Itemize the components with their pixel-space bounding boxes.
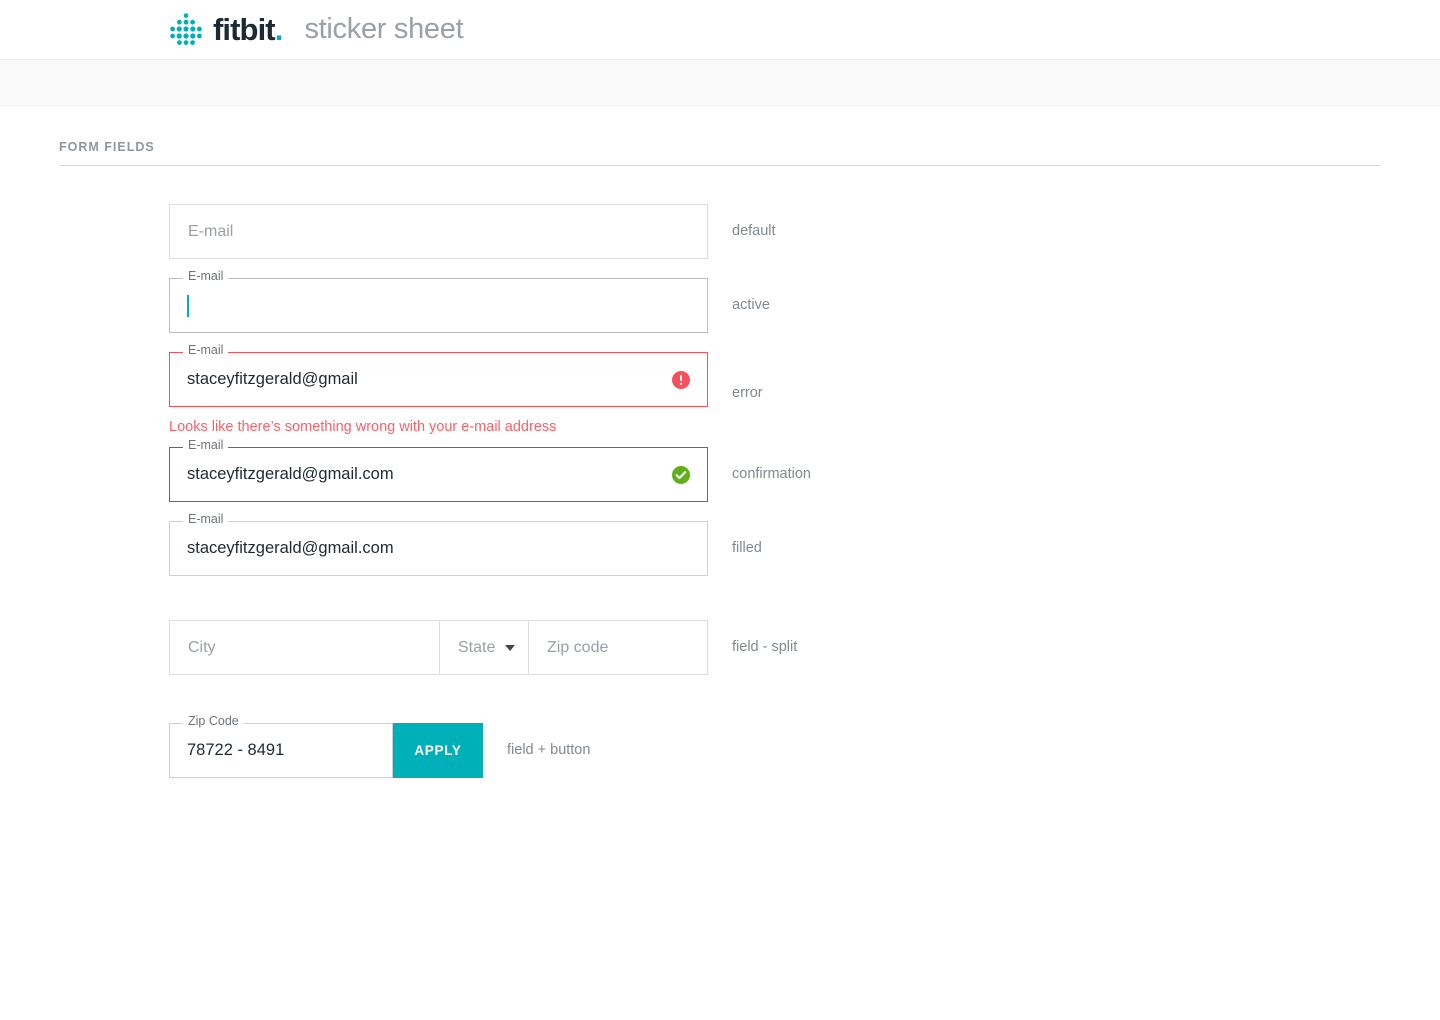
chevron-down-icon	[505, 644, 516, 651]
email-value-confirmation: staceyfitzgerald@gmail.com	[187, 465, 394, 483]
page-title: sticker sheet	[304, 13, 464, 45]
email-value-filled: staceyfitzgerald@gmail.com	[187, 539, 394, 557]
zipcode-input[interactable]: Zip code	[528, 621, 707, 674]
state-select[interactable]: State	[439, 621, 528, 674]
apply-button[interactable]: APPLY	[393, 723, 483, 778]
zipcode-placeholder: Zip code	[547, 638, 609, 656]
annotation-active: active	[732, 297, 770, 313]
brand-name: fitbit.	[213, 12, 284, 47]
email-value-error: staceyfitzgerald@gmail	[187, 370, 358, 388]
address-split-field: City State Zip code	[169, 620, 708, 675]
brand-period: .	[274, 12, 284, 47]
input-content	[169, 278, 708, 333]
email-input-error[interactable]: E-mail staceyfitzgerald@gmail	[169, 344, 708, 407]
annotation-field-button: field + button	[507, 742, 591, 758]
row-field-button: Zip Code 78722 - 8491 APPLY field + butt…	[169, 715, 1440, 778]
email-input-default[interactable]: E-mail	[169, 204, 708, 259]
row-filled: E-mail staceyfitzgerald@gmail.com filled	[169, 513, 1440, 576]
annotation-error: error	[732, 385, 763, 401]
input-content: staceyfitzgerald@gmail.com	[169, 521, 708, 576]
error-message: Looks like there’s something wrong with …	[169, 419, 557, 435]
input-content: staceyfitzgerald@gmail.com	[169, 447, 708, 502]
error-exclamation-icon	[672, 370, 690, 389]
input-content: staceyfitzgerald@gmail	[169, 352, 708, 407]
annotation-split: field - split	[732, 639, 798, 655]
annotation-default: default	[732, 223, 776, 239]
sub-header-bar	[0, 60, 1440, 106]
input-content: 78722 - 8491	[169, 723, 393, 778]
zipcode-apply-group: Zip Code 78722 - 8491 APPLY	[169, 715, 483, 778]
app-header: fitbit. sticker sheet	[0, 0, 1440, 60]
text-cursor	[187, 294, 189, 317]
annotation-filled: filled	[732, 540, 762, 556]
zipcode-input-filled[interactable]: Zip Code 78722 - 8491	[169, 715, 393, 778]
row-error: E-mail staceyfitzgerald@gmail Looks like…	[169, 344, 1440, 435]
state-placeholder: State	[458, 638, 496, 656]
city-input[interactable]: City	[170, 621, 439, 674]
fitbit-dots-logo-icon	[170, 12, 202, 45]
row-default: E-mail default	[169, 204, 1440, 259]
row-split: City State Zip code field - split	[169, 620, 1440, 675]
brand-text: fitbit	[213, 12, 276, 47]
annotation-confirmation: confirmation	[732, 466, 811, 482]
email-input-confirmation[interactable]: E-mail staceyfitzgerald@gmail.com	[169, 439, 708, 502]
field-rows: E-mail default E-mail active E-mail stac…	[0, 166, 1440, 778]
success-check-icon	[672, 465, 690, 484]
brand-logo: fitbit.	[168, 12, 284, 47]
zipcode-value: 78722 - 8491	[187, 741, 285, 759]
row-confirmation: E-mail staceyfitzgerald@gmail.com confir…	[169, 439, 1440, 502]
form-fields-section: FORM FIELDS E-mail default E-mail active	[0, 106, 1440, 778]
row-active: E-mail active	[169, 270, 1440, 333]
section-heading: FORM FIELDS	[59, 140, 155, 154]
email-placeholder-default: E-mail	[188, 222, 234, 240]
email-input-active[interactable]: E-mail	[169, 270, 708, 333]
city-placeholder: City	[188, 638, 216, 656]
email-input-filled[interactable]: E-mail staceyfitzgerald@gmail.com	[169, 513, 708, 576]
